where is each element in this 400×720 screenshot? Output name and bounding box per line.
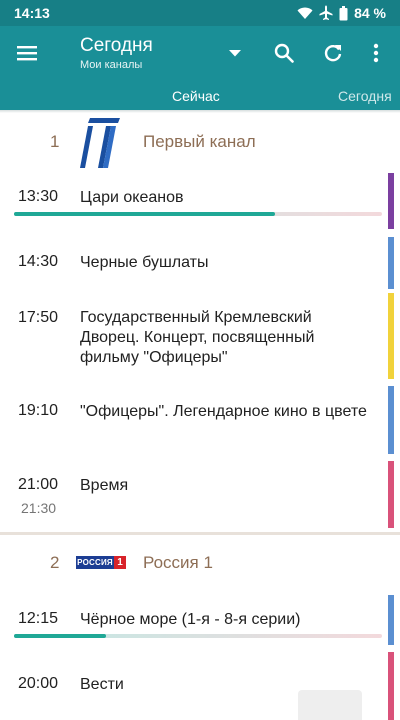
dropdown-icon bbox=[229, 49, 241, 56]
refresh-button[interactable] bbox=[319, 39, 347, 67]
logo-word: РОССИЯ bbox=[76, 556, 114, 569]
category-marker bbox=[388, 173, 394, 229]
category-marker bbox=[388, 652, 394, 720]
program-start-time: 17:50 bbox=[18, 309, 59, 326]
program-row[interactable]: 17:50 Государственный Кремлевский Дворец… bbox=[0, 291, 400, 381]
channel-name: Россия 1 bbox=[143, 553, 213, 572]
program-start-time: 19:10 bbox=[18, 402, 59, 419]
status-time: 14:13 bbox=[14, 5, 50, 21]
program-progress-bar bbox=[14, 212, 382, 216]
status-icons: 84 % bbox=[297, 4, 386, 22]
program-end-time: 21:30 bbox=[21, 500, 57, 516]
perviy-kanal-logo bbox=[80, 118, 120, 168]
program-title: Чёрное море (1-я - 8-я серии) bbox=[80, 611, 301, 628]
more-icon bbox=[373, 43, 379, 63]
wifi-icon bbox=[297, 7, 313, 19]
category-marker bbox=[388, 386, 394, 454]
program-start-time: 20:00 bbox=[18, 675, 59, 692]
category-marker bbox=[388, 461, 394, 528]
airplane-icon bbox=[319, 5, 333, 20]
tab-today[interactable]: Сегодня bbox=[338, 88, 392, 104]
refresh-icon bbox=[324, 45, 342, 62]
program-title: Государственный Кремлевский Дворец. Конц… bbox=[80, 309, 315, 366]
program-start-time: 14:30 bbox=[18, 253, 59, 270]
floating-button-shadow bbox=[298, 690, 362, 720]
menu-icon bbox=[17, 46, 37, 61]
channel-name: Первый канал bbox=[143, 132, 256, 151]
program-row[interactable]: 19:10 "Офицеры". Легендарное кино в цвет… bbox=[0, 384, 400, 456]
tab-bar: Сейчас Сегодня bbox=[0, 82, 400, 110]
category-marker bbox=[388, 293, 394, 379]
search-icon bbox=[274, 43, 294, 63]
program-progress-fill bbox=[14, 634, 106, 638]
channel-header-2[interactable]: 2 РОССИЯ 1 Россия 1 bbox=[0, 535, 400, 595]
page-title: Сегодня bbox=[80, 35, 153, 56]
logo-digit: 1 bbox=[114, 556, 126, 569]
channel-number: 1 bbox=[50, 132, 60, 151]
program-progress-fill bbox=[14, 212, 276, 216]
rossiya-1-logo: РОССИЯ 1 bbox=[76, 556, 126, 569]
category-marker bbox=[388, 237, 394, 289]
tab-now[interactable]: Сейчас bbox=[172, 88, 220, 104]
more-options-button[interactable] bbox=[362, 39, 390, 67]
program-row[interactable]: 12:15 Чёрное море (1-я - 8-я серии) bbox=[0, 593, 400, 647]
program-row[interactable]: 14:30 Черные бушлаты bbox=[0, 235, 400, 290]
program-start-time: 12:15 bbox=[18, 610, 59, 627]
app-bar: Сегодня Мои каналы bbox=[0, 26, 400, 82]
title-block[interactable]: Сегодня Мои каналы bbox=[80, 35, 153, 73]
battery-icon bbox=[339, 5, 348, 20]
channel-header-1[interactable]: 1 Первый канал bbox=[0, 111, 400, 171]
menu-button[interactable] bbox=[14, 40, 40, 66]
category-marker bbox=[388, 595, 394, 645]
program-row[interactable]: 13:30 Цари океанов bbox=[0, 171, 400, 231]
date-dropdown-button[interactable] bbox=[222, 40, 248, 66]
status-bar: 14:13 84 % bbox=[0, 0, 400, 26]
program-progress-bar bbox=[14, 634, 382, 638]
page-subtitle: Мои каналы bbox=[80, 59, 143, 71]
search-button[interactable] bbox=[270, 39, 298, 67]
channel-number: 2 bbox=[50, 553, 60, 572]
program-row[interactable]: 21:00 21:30 Время bbox=[0, 459, 400, 530]
program-start-time: 13:30 bbox=[18, 188, 59, 205]
program-title: "Офицеры". Легендарное кино в цвете bbox=[80, 403, 367, 420]
program-title: Цари океанов bbox=[80, 189, 184, 206]
program-title: Время bbox=[80, 477, 129, 494]
program-start-time: 21:00 bbox=[18, 476, 59, 493]
program-title: Черные бушлаты bbox=[80, 254, 209, 271]
battery-percent: 84 % bbox=[354, 5, 386, 21]
